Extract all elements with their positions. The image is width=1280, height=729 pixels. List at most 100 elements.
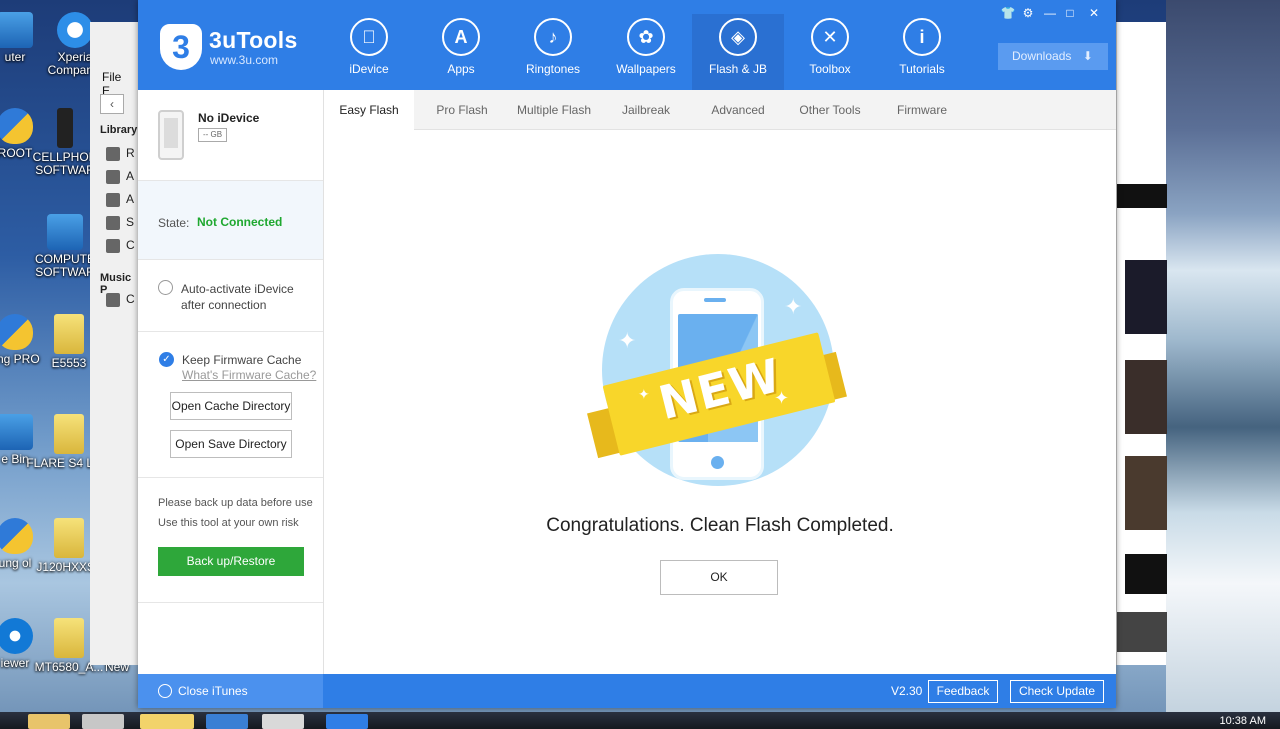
close-itunes-toggle[interactable]: Close iTunes <box>138 674 323 708</box>
file-explorer-task-icon[interactable] <box>28 714 70 729</box>
tab-easy-flash[interactable]: Easy Flash <box>324 90 414 131</box>
auto-activate-option: Auto-activate iDevice after connection <box>138 260 323 332</box>
device-name: No iDevice <box>198 111 260 125</box>
ok-button[interactable]: OK <box>660 560 778 595</box>
music-file-icon <box>106 192 120 207</box>
state-label: State: <box>158 216 190 230</box>
warning-line-2: Use this tool at your own risk <box>158 517 299 529</box>
nav-toolbox[interactable]: ✕ Toolbox <box>784 14 876 90</box>
nav-idevice[interactable]:  iDevice <box>323 14 415 90</box>
explorer-row[interactable]: C <box>106 238 135 253</box>
nav-label: Tutorials <box>899 62 945 76</box>
nav-label: Wallpapers <box>616 62 676 76</box>
checkmark-icon[interactable]: ✓ <box>159 352 174 367</box>
state-value: Not Connected <box>197 215 283 229</box>
3utools-task-icon[interactable] <box>326 714 368 729</box>
bell-icon: ♪ <box>534 18 572 56</box>
desktop-icon-label: CELLPHON SOFTWAR <box>32 150 98 177</box>
folder-icon <box>54 314 84 354</box>
sparkle-icon: ✦ <box>784 294 803 319</box>
phone-home-button <box>711 456 724 469</box>
nav-ringtones[interactable]: ♪ Ringtones <box>507 14 599 90</box>
tools-icon: ✕ <box>811 18 849 56</box>
album-thumbnail[interactable] <box>1125 554 1167 594</box>
status-bar: Close iTunes V2.30 Feedback Check Update <box>138 674 1116 708</box>
skin-icon[interactable]: 👕 <box>998 6 1018 20</box>
folder-icon <box>54 518 84 558</box>
desktop-wallpaper <box>1166 0 1280 712</box>
open-save-directory-button[interactable]: Open Save Directory <box>170 430 292 458</box>
easy-flash-content: NEW ✦ ✦ ✦ ✦ Congratulations. Clean Flash… <box>324 130 1116 674</box>
explorer-row[interactable]: R <box>106 146 135 161</box>
nav-wallpapers[interactable]: ✿ Wallpapers <box>600 14 692 90</box>
tab-advanced[interactable]: Advanced <box>692 90 784 130</box>
backup-restore-button[interactable]: Back up/Restore <box>158 547 304 576</box>
maximize-button[interactable]: □ <box>1060 6 1080 20</box>
calendar-icon <box>106 146 120 161</box>
open-cache-directory-button[interactable]: Open Cache Directory <box>170 392 292 420</box>
nav-flash-jb[interactable]: ◈ Flash & JB <box>692 14 784 90</box>
taskbar-clock[interactable]: 10:38 AM <box>1220 715 1266 727</box>
desktop-icon-label: uter <box>4 50 26 64</box>
minimize-button[interactable]: — <box>1040 6 1060 20</box>
firmware-cache-help-link[interactable]: What's Firmware Cache? <box>182 368 316 382</box>
taskbar-app-icon[interactable] <box>82 714 124 729</box>
sync-icon <box>57 12 93 48</box>
tab-jailbreak[interactable]: Jailbreak <box>600 90 692 130</box>
background-explorer-window[interactable]: File E ‹ Library R A A S C Music P C <box>90 22 140 665</box>
explorer-library-heading: Library <box>100 124 138 136</box>
downloads-label: Downloads <box>1012 49 1072 63</box>
phone-speaker <box>704 298 726 302</box>
completion-message: Congratulations. Clean Flash Completed. <box>546 515 894 536</box>
backup-warning-panel: Please back up data before use Use this … <box>138 478 323 603</box>
chrome-task-icon[interactable] <box>262 714 304 729</box>
taskbar-app-icon[interactable] <box>206 714 248 729</box>
media-toolbar <box>1117 184 1167 208</box>
people-icon <box>106 238 120 253</box>
nav-label: Ringtones <box>525 62 581 76</box>
check-update-button[interactable]: Check Update <box>1010 680 1104 703</box>
dropbox-icon: ◈ <box>719 18 757 56</box>
3utools-window: 3 3uTools www.3u.com  iDevice A Apps ♪ … <box>138 0 1116 708</box>
tab-multiple-flash[interactable]: Multiple Flash <box>508 90 600 130</box>
nav-tutorials[interactable]: i Tutorials <box>876 14 968 90</box>
itunes-task-icon[interactable] <box>140 714 194 729</box>
microphone-icon <box>106 169 120 184</box>
auto-activate-radio[interactable] <box>158 280 173 295</box>
nav-label: Apps <box>447 62 475 76</box>
explorer-row[interactable]: C <box>106 292 135 307</box>
downloads-button[interactable]: Downloads ⬇ <box>998 43 1108 70</box>
tab-pro-flash[interactable]: Pro Flash <box>416 90 508 130</box>
device-capacity-badge: -- GB <box>198 128 228 142</box>
phone-placeholder-icon <box>158 110 184 160</box>
album-thumbnail[interactable] <box>1125 456 1167 530</box>
explorer-back-button[interactable]: ‹ <box>100 94 124 114</box>
explorer-row[interactable]: A <box>106 169 134 184</box>
album-thumbnail[interactable] <box>1125 260 1167 334</box>
download-arrow-icon: ⬇ <box>1082 49 1093 63</box>
feedback-button[interactable]: Feedback <box>928 680 998 703</box>
explorer-row[interactable]: A <box>106 192 134 207</box>
device-panel: No iDevice -- GB <box>138 90 323 181</box>
explorer-row[interactable]: S <box>106 215 134 230</box>
nav-label: iDevice <box>349 62 389 76</box>
auto-activate-label[interactable]: Auto-activate iDevice after connection <box>181 281 311 313</box>
nav-apps[interactable]: A Apps <box>415 14 507 90</box>
keep-cache-label[interactable]: Keep Firmware Cache <box>182 353 301 367</box>
phone-icon <box>57 108 73 148</box>
tab-other-tools[interactable]: Other Tools <box>784 90 876 130</box>
background-media-window[interactable] <box>1116 22 1167 665</box>
settings-gear-icon[interactable]: ⚙ <box>1018 6 1038 20</box>
tab-firmware[interactable]: Firmware <box>876 90 968 130</box>
music-note-icon <box>106 215 120 230</box>
version-label: V2.30 <box>891 684 923 698</box>
album-thumbnail[interactable] <box>1125 360 1167 434</box>
app-store-icon: A <box>442 18 480 56</box>
app-header: 3 3uTools www.3u.com  iDevice A Apps ♪ … <box>138 0 1116 90</box>
sidebar: No iDevice -- GB State: Not Connected Au… <box>138 90 324 674</box>
nav-label: Flash & JB <box>708 62 768 76</box>
firmware-cache-panel: ✓ Keep Firmware Cache What's Firmware Ca… <box>138 332 323 478</box>
close-itunes-radio[interactable] <box>158 684 172 698</box>
explorer-menu-file[interactable]: File <box>102 70 121 84</box>
close-window-button[interactable]: ✕ <box>1084 6 1104 20</box>
